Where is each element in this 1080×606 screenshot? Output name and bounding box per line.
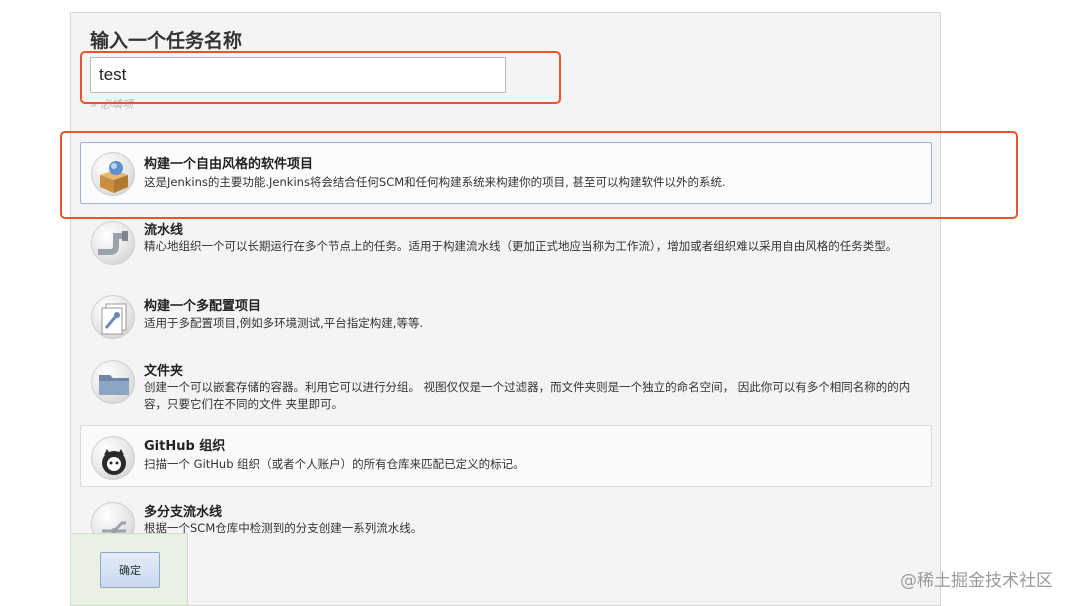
item-description: 创建一个可以嵌套存储的容器。利用它可以进行分组。 视图仅仅是一个过滤器，而文件夹… [144,380,911,411]
item-description: 扫描一个 GitHub 组织（或者个人账户）的所有仓库来匹配已定义的标记。 [144,457,525,471]
multi-config-icon [91,295,135,339]
item-title: 多分支流水线 [144,505,223,520]
item-type-multi-config[interactable]: 构建一个多配置项目 适用于多配置项目,例如多环境测试,平台指定构建,等等. [80,285,932,347]
item-title: 文件夹 [144,364,184,379]
item-description: 适用于多配置项目,例如多环境测试,平台指定构建,等等. [144,316,424,330]
item-title: GitHub 组织 [144,439,226,454]
ok-button[interactable]: 确定 [100,552,160,588]
github-org-icon [91,436,135,480]
freestyle-item-highlight [60,131,1018,219]
pipeline-icon [91,221,135,265]
watermark: @稀土掘金技术社区 [900,571,1053,591]
name-input-highlight [80,51,561,104]
item-type-multibranch-pipeline[interactable]: 多分支流水线 根据一个SCM仓库中检测到的分支创建一系列流水线。 [80,493,932,549]
item-description: 精心地组织一个可以长期运行在多个节点上的任务。适用于构建流水线（更加正式地应当称… [144,239,898,253]
folder-icon [91,360,135,404]
item-title: 构建一个多配置项目 [144,299,262,314]
item-type-folder[interactable]: 文件夹 创建一个可以嵌套存储的容器。利用它可以进行分组。 视图仅仅是一个过滤器，… [80,351,932,417]
item-type-github-organization[interactable]: GitHub 组织 扫描一个 GitHub 组织（或者个人账户）的所有仓库来匹配… [80,425,932,487]
item-type-pipeline[interactable]: 流水线 精心地组织一个可以长期运行在多个节点上的任务。适用于构建流水线（更加正式… [80,212,932,278]
page-title: 输入一个任务名称 [90,30,243,52]
item-title: 流水线 [144,223,184,238]
item-description: 根据一个SCM仓库中检测到的分支创建一系列流水线。 [144,521,423,535]
